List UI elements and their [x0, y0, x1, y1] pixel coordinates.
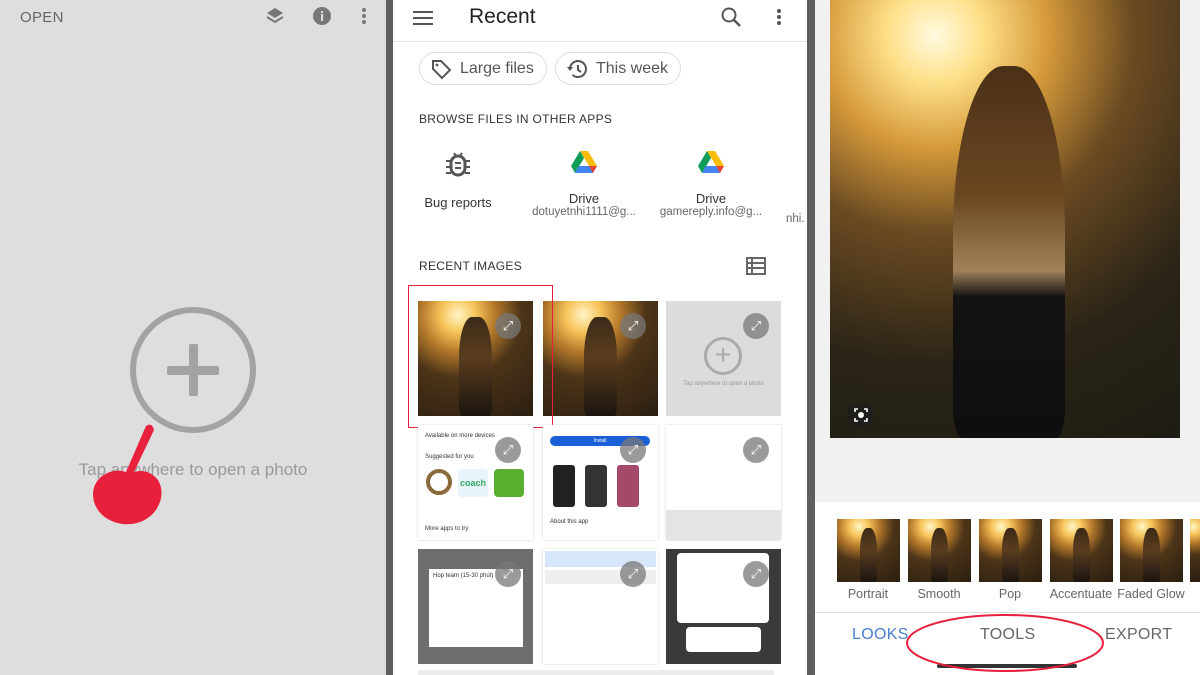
- app-account: dotuyetnhi1111@g...: [532, 206, 636, 218]
- filter-thumb-smooth[interactable]: [908, 519, 971, 582]
- image-thumbnail[interactable]: ⤢: [666, 425, 781, 540]
- plus-circle-icon[interactable]: [130, 307, 256, 433]
- filter-thumb-portrait[interactable]: [837, 519, 900, 582]
- bug-icon: [446, 152, 470, 177]
- expand-icon[interactable]: ⤢: [495, 561, 521, 587]
- app-name: Drive: [695, 191, 727, 206]
- more-vert-icon[interactable]: [353, 6, 375, 28]
- thumb-text: Tap anywhere to open a photo: [683, 381, 764, 387]
- snapseed-open-screen[interactable]: OPEN Tap anywhere to open a photo: [0, 0, 386, 675]
- page-title: Recent: [469, 5, 536, 28]
- search-icon[interactable]: [720, 6, 742, 28]
- thumb-text: Available on more devices: [425, 433, 495, 439]
- expand-icon[interactable]: ⤢: [620, 561, 646, 587]
- snapseed-looks-screen: Portrait Smooth Pop Accentuate Faded Glo…: [815, 0, 1200, 675]
- filter-label: Pop: [998, 587, 1022, 601]
- image-thumbnail[interactable]: Available on more devices Suggested for …: [418, 425, 533, 540]
- image-thumbnail[interactable]: + Tap anywhere to open a photo ⤢: [666, 301, 781, 416]
- tap-to-open-text[interactable]: Tap anywhere to open a photo: [0, 460, 386, 480]
- expand-icon[interactable]: ⤢: [495, 437, 521, 463]
- image-thumbnail[interactable]: Hop team (15-30 phút) ⤢: [418, 549, 533, 664]
- expand-icon[interactable]: ⤢: [743, 313, 769, 339]
- layers-icon[interactable]: [264, 6, 286, 28]
- chip-this-week[interactable]: This week: [555, 52, 682, 85]
- expand-icon[interactable]: ⤢: [620, 437, 646, 463]
- lens-icon[interactable]: [848, 402, 874, 428]
- expand-icon[interactable]: ⤢: [743, 561, 769, 587]
- image-thumbnail[interactable]: Install About this app ⤢: [543, 425, 658, 540]
- filter-label: Portrait: [847, 587, 889, 601]
- chip-label: This week: [596, 59, 669, 77]
- app-account: gamereply.info@g...: [659, 206, 763, 218]
- expand-icon[interactable]: ⤢: [620, 313, 646, 339]
- list-view-icon[interactable]: [746, 257, 766, 275]
- thumbnail-row-partial: [418, 670, 774, 675]
- google-drive-icon: [571, 151, 597, 173]
- app-drive-1[interactable]: Drive dotuyetnhi1111@g...: [519, 150, 649, 218]
- image-thumbnail[interactable]: ⤢: [543, 549, 658, 664]
- google-drive-icon: [698, 151, 724, 173]
- app-name: Bug reports: [424, 195, 492, 210]
- thumb-text: Suggested for you: [425, 454, 474, 460]
- app-account-partial[interactable]: nhi.: [786, 213, 805, 225]
- filter-thumb-partial[interactable]: [1190, 519, 1200, 582]
- chip-label: Large files: [460, 59, 534, 77]
- thumb-text: About this app: [550, 519, 589, 525]
- files-picker-screen: Recent Large files This week BROWSE FILE…: [393, 0, 807, 675]
- thumb-text: More apps to try: [425, 526, 469, 532]
- app-name: Drive: [568, 191, 600, 206]
- expand-icon[interactable]: ⤢: [743, 437, 769, 463]
- history-icon: [567, 59, 587, 78]
- app-drive-2[interactable]: Drive gamereply.info@g...: [646, 150, 776, 218]
- tag-icon: [432, 59, 452, 79]
- open-button[interactable]: OPEN: [20, 9, 64, 26]
- filter-label: Faded Glow: [1117, 587, 1185, 601]
- photo-preview[interactable]: [830, 0, 1180, 438]
- selection-highlight: [408, 285, 553, 428]
- filter-thumb-faded-glow[interactable]: [1120, 519, 1183, 582]
- app-bug-reports[interactable]: Bug reports: [393, 150, 523, 210]
- filter-thumb-accentuate[interactable]: [1050, 519, 1113, 582]
- menu-icon[interactable]: [413, 9, 435, 27]
- chip-large-files[interactable]: Large files: [419, 52, 547, 85]
- highlight-ellipse: [906, 614, 1104, 672]
- info-icon[interactable]: [311, 6, 333, 28]
- hand-pointer-icon: [93, 424, 162, 525]
- section-header: BROWSE FILES IN OTHER APPS: [419, 112, 613, 126]
- tab-export[interactable]: EXPORT: [1105, 626, 1172, 644]
- thumb-text: Hop team (15-30 phút): [433, 573, 494, 579]
- image-thumbnail[interactable]: ⤢: [543, 301, 658, 416]
- filter-thumb-pop[interactable]: [979, 519, 1042, 582]
- filter-label: Smooth: [917, 587, 961, 601]
- top-app-bar: Recent: [393, 0, 807, 42]
- section-header: RECENT IMAGES: [419, 259, 523, 273]
- image-thumbnail[interactable]: ⤢: [666, 549, 781, 664]
- more-vert-icon[interactable]: [769, 7, 789, 27]
- filter-label: Accentuate: [1049, 587, 1113, 601]
